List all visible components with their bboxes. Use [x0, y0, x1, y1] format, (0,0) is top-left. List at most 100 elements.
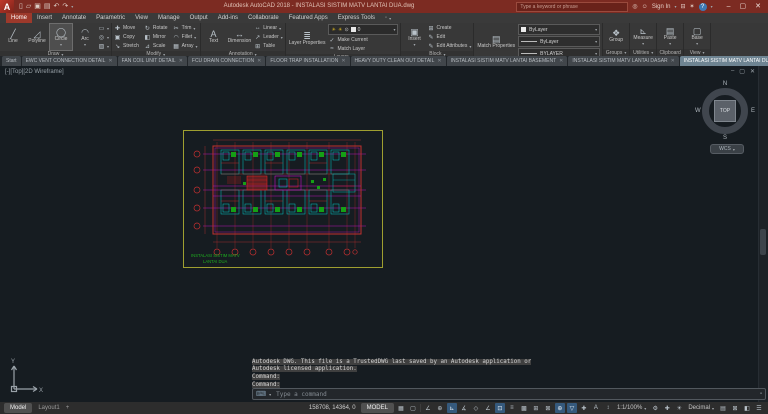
model-tab[interactable]: Model: [4, 403, 32, 413]
rotate-button[interactable]: ↻Rotate: [144, 24, 168, 32]
ortho-mode-icon[interactable]: ⊾: [447, 403, 457, 413]
layer-dropdown[interactable]: ☀ ☀ ⊙ 0 ▾: [328, 24, 398, 35]
command-options-caret-icon[interactable]: ▾: [269, 392, 271, 397]
tab-close-icon[interactable]: ✕: [257, 58, 261, 64]
mirror-button[interactable]: ◧Mirror: [144, 33, 168, 41]
open-file-icon[interactable]: ▱: [26, 0, 31, 13]
lock-ui-icon[interactable]: ⊠: [730, 403, 740, 413]
vertical-scrollbar[interactable]: [758, 66, 768, 402]
command-bar[interactable]: ⌨ ▾ ▪: [252, 388, 766, 400]
dynamic-ucs-icon[interactable]: ⊕: [555, 403, 565, 413]
file-tab-start[interactable]: Start: [2, 56, 21, 66]
undo-icon[interactable]: ↶: [54, 0, 60, 13]
ribbon-tab-view[interactable]: View: [130, 13, 153, 23]
help-search-input[interactable]: [516, 2, 628, 12]
group-button[interactable]: ❖ Group: [605, 24, 627, 48]
copy-button[interactable]: ▣Copy: [114, 33, 139, 41]
insert-block-button[interactable]: ▣ Insert ▾: [403, 24, 425, 50]
file-tab[interactable]: EWC VENT CONNECTION DETAIL✕: [22, 56, 117, 66]
doc-minimize-icon[interactable]: –: [731, 68, 734, 75]
tab-close-icon[interactable]: ✕: [437, 58, 441, 64]
ribbon-tab-manage[interactable]: Manage: [153, 13, 185, 23]
base-button[interactable]: ▢ Base ▾: [686, 24, 708, 48]
file-tab[interactable]: FLOOR TRAP INSTALLATION✕: [266, 56, 349, 66]
workspace-switching-icon[interactable]: ⚙: [650, 403, 660, 413]
tab-close-icon[interactable]: ✕: [341, 58, 345, 64]
redo-icon[interactable]: ↷: [62, 0, 68, 13]
ribbon-tab-addins[interactable]: Add-ins: [213, 13, 243, 23]
snap-mode-icon[interactable]: ▢: [408, 403, 418, 413]
3d-object-snap-icon[interactable]: ⊠: [543, 403, 553, 413]
viewcube-top-face[interactable]: TOP: [714, 100, 736, 122]
panel-modify-label[interactable]: Modify▾: [112, 51, 200, 56]
tab-close-icon[interactable]: ✕: [108, 58, 112, 64]
viewcube[interactable]: N S W E TOP: [696, 82, 754, 140]
object-snap-icon[interactable]: ⊡: [495, 403, 505, 413]
layer-properties-button[interactable]: ≣ Layer Properties: [288, 24, 327, 53]
ribbon-tab-home[interactable]: Home: [6, 13, 32, 23]
tab-close-icon[interactable]: ✕: [559, 58, 563, 64]
paste-button[interactable]: ▤ Paste ▾: [659, 24, 681, 48]
file-tab[interactable]: INSTALASI SISTIM MATV LANTAI BASEMENT✕: [447, 56, 568, 66]
lineweight-display-icon[interactable]: ≡: [507, 403, 517, 413]
panel-groups-label[interactable]: Groups▾: [603, 49, 629, 56]
move-button[interactable]: ✚Move: [114, 24, 139, 32]
file-tab[interactable]: FCU DRAIN CONNECTION✕: [188, 56, 265, 66]
annotation-monitor-icon[interactable]: ✚: [662, 403, 672, 413]
ribbon-tab-output[interactable]: Output: [185, 13, 213, 23]
edit-block-button[interactable]: ✎Edit: [427, 33, 471, 41]
quick-properties-icon[interactable]: ▤: [718, 403, 728, 413]
lineweight-dropdown[interactable]: ByLayer ▾: [518, 36, 600, 47]
annotation-visibility-icon[interactable]: A: [591, 403, 601, 413]
app-store-icon[interactable]: ⊟: [681, 3, 686, 10]
measure-button[interactable]: ⊾ Measure ▾: [632, 24, 654, 48]
transparency-icon[interactable]: ▩: [519, 403, 529, 413]
file-tab[interactable]: FAN COIL UNIT DETAIL✕: [118, 56, 187, 66]
trim-button[interactable]: ✂Trim▾: [173, 24, 198, 32]
command-bar-grip-icon[interactable]: ▪: [760, 391, 762, 397]
polar-tracking-icon[interactable]: ∡: [459, 403, 469, 413]
autoscale-icon[interactable]: ↕: [603, 403, 613, 413]
file-tab-active[interactable]: INSTALASI SISTIM MATV LANTAI DUA✕: [680, 56, 768, 66]
ribbon-tab-annotate[interactable]: Annotate: [57, 13, 91, 23]
autocad-app-menu[interactable]: A: [0, 0, 14, 13]
viewport-controls[interactable]: [-][Top][2D Wireframe]: [5, 69, 64, 75]
selection-filtering-icon[interactable]: ▽: [567, 403, 577, 413]
new-file-icon[interactable]: ▯: [19, 0, 23, 13]
ribbon-tab-featured-apps[interactable]: Featured Apps: [284, 13, 333, 23]
ribbon-tab-collaborate[interactable]: Collaborate: [243, 13, 284, 23]
polyline-button[interactable]: ◿ Polyline: [26, 24, 48, 50]
scrollbar-thumb[interactable]: [760, 229, 766, 255]
stretch-button[interactable]: ↘Stretch: [114, 42, 139, 50]
drawing-canvas[interactable]: [-][Top][2D Wireframe] – ▢ ✕ N S W E TOP…: [0, 66, 768, 402]
leader-button[interactable]: ↗Leader▾: [254, 33, 283, 41]
layout1-tab[interactable]: Layout1: [35, 405, 62, 411]
share-icon[interactable]: ✶: [690, 3, 695, 10]
viewcube-west[interactable]: W: [695, 108, 701, 114]
scale-button[interactable]: ⊿Scale: [144, 42, 168, 50]
panel-annotation-label[interactable]: Annotation▾: [201, 51, 285, 56]
sign-in-button[interactable]: Sign In: [652, 4, 671, 10]
panel-view-label[interactable]: View▾: [684, 49, 710, 56]
text-button[interactable]: A Text: [203, 24, 225, 50]
ribbon-tab-parametric[interactable]: Parametric: [91, 13, 130, 23]
isolate-objects-icon[interactable]: ☀: [674, 403, 684, 413]
file-tab[interactable]: HEAVY DUTY CLEAN OUT DETAIL✕: [351, 56, 446, 66]
graphics-performance-icon[interactable]: ◧: [742, 403, 752, 413]
arc-button[interactable]: ◠ Arc ▾: [74, 24, 96, 50]
plot-icon[interactable]: ▤: [44, 0, 51, 13]
annotation-scale-button[interactable]: 1:1/100% ▾: [615, 405, 648, 411]
linetype-dropdown[interactable]: BYLAYER ▾: [518, 48, 600, 56]
units-button[interactable]: Decimal ▾: [686, 405, 716, 411]
command-input[interactable]: [274, 390, 757, 399]
object-snap-tracking-icon[interactable]: ∠: [483, 403, 493, 413]
edit-attributes-button[interactable]: ✎Edit Attributes▾: [427, 42, 471, 50]
table-button[interactable]: ⊞Table: [254, 42, 283, 50]
help-icon[interactable]: ?: [699, 3, 707, 11]
close-icon[interactable]: ✕: [751, 0, 765, 13]
maximize-icon[interactable]: ▢: [736, 0, 751, 13]
viewcube-south[interactable]: S: [723, 135, 727, 141]
save-icon[interactable]: ▣: [34, 0, 41, 13]
circle-button[interactable]: ◯ Circle ▾: [50, 24, 72, 50]
hatch-button[interactable]: ▨▾: [98, 42, 109, 50]
